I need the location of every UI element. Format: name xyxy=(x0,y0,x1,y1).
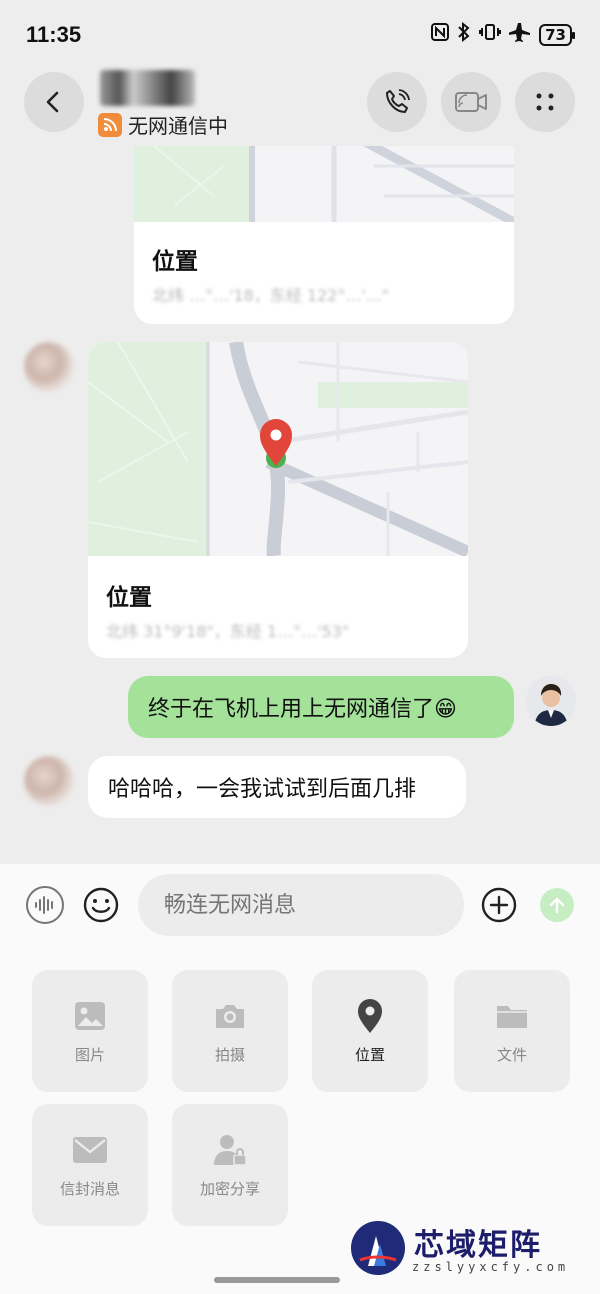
video-camera-icon xyxy=(455,92,487,112)
emoji-button[interactable] xyxy=(82,886,120,924)
add-button[interactable] xyxy=(480,886,518,924)
watermark: 芯域矩阵 zzslyyxcfy.com xyxy=(350,1220,580,1280)
plus-circle-icon xyxy=(481,887,517,923)
phone-icon xyxy=(386,89,410,113)
sound-wave-icon xyxy=(35,896,53,914)
vibrate-icon xyxy=(479,23,502,46)
envelope-icon xyxy=(72,1132,108,1168)
chat-messages: 位置 北纬 …°…'18，东经 122°…'…" 位置 北纬 31°9'18"，… xyxy=(0,146,600,864)
chevron-left-icon xyxy=(46,91,59,113)
tool-location[interactable]: 位置 xyxy=(312,970,428,1092)
back-button[interactable] xyxy=(24,72,84,132)
contact-avatar[interactable] xyxy=(24,342,74,392)
send-button[interactable] xyxy=(540,888,574,922)
contact-name-blurred[interactable] xyxy=(100,70,195,106)
message-input[interactable] xyxy=(138,874,464,936)
user-avatar[interactable] xyxy=(526,676,576,726)
tool-label: 文件 xyxy=(496,1045,527,1064)
voice-input-button[interactable] xyxy=(26,886,64,924)
smiley-icon xyxy=(83,887,119,923)
voice-call-button[interactable] xyxy=(367,72,427,132)
tool-label: 位置 xyxy=(354,1045,385,1064)
tool-label: 拍摄 xyxy=(214,1045,245,1064)
location-message[interactable]: 位置 北纬 31°9'18"，东经 1…°…'53" xyxy=(88,342,468,658)
bluetooth-icon xyxy=(457,21,471,47)
location-title: 位置 xyxy=(106,585,152,611)
network-status-label: 无网通信中 xyxy=(128,114,228,138)
encrypted-share-icon xyxy=(212,1132,248,1168)
watermark-logo xyxy=(351,1221,405,1275)
watermark-name: 芯域矩阵 xyxy=(414,1228,542,1263)
watermark-url: zzslyyxcfy.com xyxy=(412,1260,570,1274)
status-icons: 73 xyxy=(431,21,575,47)
tool-camera[interactable]: 拍摄 xyxy=(172,970,288,1092)
tool-label: 加密分享 xyxy=(199,1179,260,1198)
image-icon xyxy=(72,998,108,1034)
tool-file[interactable]: 文件 xyxy=(454,970,570,1092)
map-thumbnail xyxy=(134,146,514,222)
arrow-up-icon xyxy=(549,897,565,914)
airplane-icon xyxy=(508,22,531,47)
location-coordinates: 北纬 …°…'18，东经 122°…'…" xyxy=(152,286,390,305)
satellite-signal-icon xyxy=(98,112,122,137)
tool-label: 信封消息 xyxy=(59,1179,120,1198)
more-options-button[interactable] xyxy=(515,72,575,132)
location-pin-icon xyxy=(352,998,388,1034)
video-call-button[interactable] xyxy=(441,72,501,132)
home-indicator[interactable] xyxy=(214,1277,340,1283)
contact-avatar[interactable] xyxy=(24,756,74,806)
tool-envelope-message[interactable]: 信封消息 xyxy=(32,1104,148,1226)
battery-indicator: 73 xyxy=(539,23,575,46)
tool-encrypted-share[interactable]: 加密分享 xyxy=(172,1104,288,1226)
status-bar: 11:35 73 xyxy=(0,0,600,70)
outgoing-message-bubble[interactable]: 终于在飞机上用上无网通信了😁 xyxy=(128,676,514,738)
status-time: 11:35 xyxy=(26,22,82,47)
folder-icon xyxy=(494,998,530,1034)
location-message[interactable]: 位置 北纬 …°…'18，东经 122°…'…" xyxy=(134,146,514,324)
location-coordinates: 北纬 31°9'18"，东经 1…°…'53" xyxy=(106,622,350,641)
incoming-message-bubble[interactable]: 哈哈哈，一会我试试到后面几排 xyxy=(88,756,466,818)
network-status: 无网通信中 xyxy=(98,110,228,139)
more-dots-icon xyxy=(536,93,554,111)
map-thumbnail xyxy=(88,342,468,556)
camera-icon xyxy=(212,998,248,1034)
nfc-icon xyxy=(431,23,450,46)
location-title: 位置 xyxy=(152,249,198,275)
chat-header: 无网通信中 xyxy=(0,70,600,146)
tool-label: 图片 xyxy=(74,1045,105,1064)
tool-image[interactable]: 图片 xyxy=(32,970,148,1092)
